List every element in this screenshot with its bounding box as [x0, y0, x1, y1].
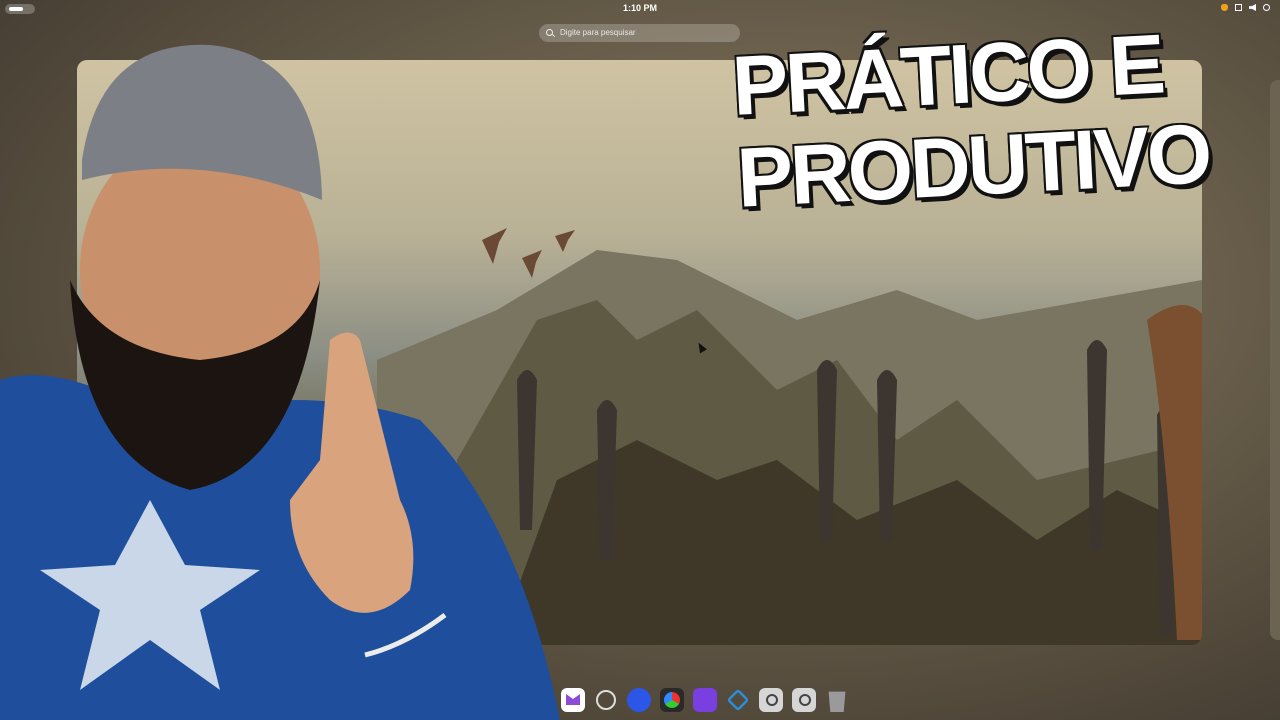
- microphone-icon[interactable]: [1221, 4, 1228, 11]
- app-gray-icon[interactable]: [759, 688, 783, 712]
- vscode-icon[interactable]: [726, 688, 750, 712]
- thumbnail-headline: PRÁTICO E PRODUTIVO: [730, 12, 1279, 224]
- obs-icon[interactable]: [596, 690, 616, 710]
- power-icon[interactable]: [1263, 4, 1270, 11]
- search-icon: [546, 29, 553, 36]
- app-purple-icon[interactable]: [693, 688, 717, 712]
- search-bar[interactable]: Digite para pesquisar: [539, 24, 740, 42]
- presenter-photo: [0, 44, 560, 720]
- search-input[interactable]: Digite para pesquisar: [560, 28, 636, 37]
- top-bar: 1:10 PM: [0, 0, 1280, 18]
- mail-app-icon[interactable]: [561, 688, 585, 712]
- screen-icon[interactable]: [1235, 4, 1242, 11]
- clock[interactable]: 1:10 PM: [0, 3, 1280, 13]
- headphones-icon[interactable]: [627, 688, 651, 712]
- dock: [553, 680, 857, 720]
- davinci-resolve-icon[interactable]: [660, 688, 684, 712]
- trash-icon[interactable]: [828, 691, 846, 712]
- app-gray-2-icon[interactable]: [792, 688, 816, 712]
- system-tray[interactable]: [1221, 4, 1270, 11]
- volume-icon[interactable]: [1249, 4, 1256, 11]
